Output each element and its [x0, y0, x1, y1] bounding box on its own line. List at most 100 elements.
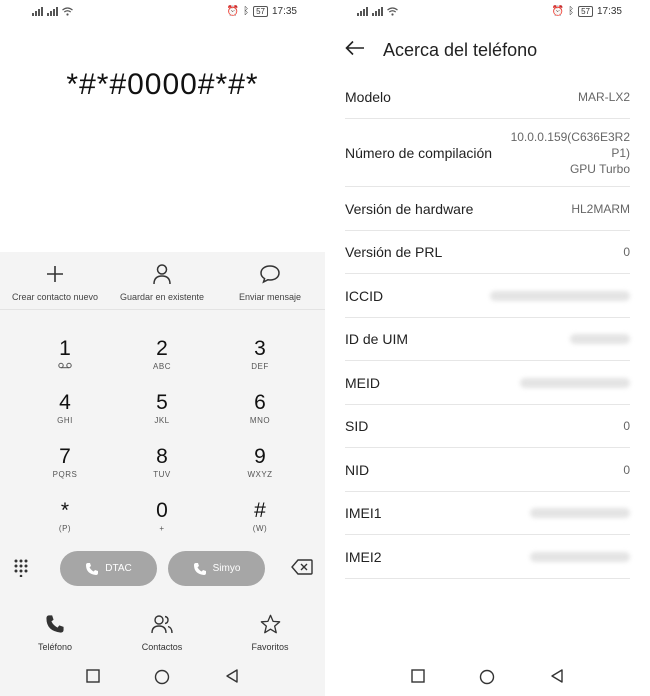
save-existing-label: Guardar en existente	[119, 292, 205, 302]
row-compilacion[interactable]: Número de compilación 10.0.0.159(C636E3R…	[345, 119, 630, 187]
tab-telefono[interactable]: Teléfono	[10, 614, 100, 652]
signal-icon	[47, 6, 58, 16]
key-9[interactable]: 9 WXYZ	[225, 446, 295, 480]
phone-sim1-icon	[86, 562, 99, 575]
about-info-list: Modelo MAR-LX2 Número de compilación 10.…	[345, 75, 630, 579]
back-arrow-icon[interactable]	[345, 40, 365, 61]
key-star[interactable]: * (P)	[30, 499, 100, 534]
key-letters: +	[159, 524, 165, 533]
home-icon[interactable]	[154, 669, 170, 690]
key-digit: 7	[59, 445, 71, 468]
row-value: 0	[623, 245, 630, 259]
tab-favoritos[interactable]: Favoritos	[225, 614, 315, 652]
key-4[interactable]: 4 GHI	[30, 391, 100, 426]
signal-icon	[357, 6, 368, 16]
row-iccid[interactable]: ICCID	[345, 274, 630, 318]
back-nav-icon[interactable]	[550, 669, 564, 688]
row-imei1[interactable]: IMEI1	[345, 492, 630, 535]
alarm-icon: ⏰	[226, 5, 240, 17]
row-prl[interactable]: Versión de PRL 0	[345, 231, 630, 274]
key-digit: #	[254, 499, 266, 522]
key-5[interactable]: 5 JKL	[127, 392, 197, 426]
key-7[interactable]: 7 PQRS	[30, 445, 100, 480]
create-contact-label: Crear contacto nuevo	[11, 292, 99, 302]
call-sim2-button[interactable]: Simyo	[168, 551, 265, 586]
row-hardware[interactable]: Versión de hardware HL2MARM	[345, 187, 630, 231]
call-bar: DTAC Simyo	[0, 549, 325, 589]
row-value: 0	[623, 419, 630, 433]
battery-indicator: 57	[578, 6, 593, 17]
recents-icon[interactable]	[86, 669, 100, 688]
row-sid[interactable]: SID 0	[345, 405, 630, 448]
key-digit: *	[60, 499, 70, 522]
voicemail-icon	[30, 362, 100, 371]
key-letters: DEF	[251, 362, 269, 371]
dialer-screen: ⏰ ᛒ 57 17:35 *#*#0000#*#* Crear contacto…	[0, 0, 325, 696]
key-3[interactable]: 3 DEF	[225, 337, 295, 372]
row-key: ID de UIM	[345, 331, 409, 347]
row-value: 10.0.0.159(C636E3R2 P1) GPU Turbo	[511, 129, 630, 177]
build-line-2: P1)	[611, 145, 630, 160]
redacted-value	[520, 377, 630, 388]
status-time: 17:35	[271, 6, 297, 17]
key-letters: GHI	[57, 416, 73, 425]
recents-icon[interactable]	[411, 669, 425, 688]
key-letters: (W)	[252, 524, 268, 533]
row-key: IMEI1	[345, 505, 382, 521]
tab-telefono-label: Teléfono	[37, 642, 73, 652]
save-existing-button[interactable]: Guardar en existente	[107, 262, 217, 302]
backspace-icon[interactable]	[291, 559, 313, 580]
key-2[interactable]: 2 ABC	[127, 337, 197, 372]
plus-icon	[47, 266, 63, 282]
redacted-value	[530, 508, 630, 518]
key-hash[interactable]: # (W)	[225, 499, 295, 534]
key-digit: 3	[254, 337, 266, 360]
message-icon	[260, 265, 280, 284]
row-nid[interactable]: NID 0	[345, 448, 630, 492]
key-digit: 2	[156, 337, 168, 360]
row-key: NID	[345, 461, 370, 478]
row-value: HL2MARM	[571, 201, 630, 216]
row-imei2[interactable]: IMEI2	[345, 535, 630, 579]
signal-icon	[372, 6, 383, 16]
send-message-button[interactable]: Enviar mensaje	[215, 262, 325, 302]
tab-contactos-label: Contactos	[141, 642, 183, 652]
contacts-icon	[151, 615, 173, 634]
signal-indicators	[32, 6, 73, 16]
status-right: ⏰ ᛒ 57 17:35	[552, 6, 622, 17]
system-nav-bar	[0, 666, 325, 690]
home-icon[interactable]	[479, 669, 495, 690]
tab-contactos[interactable]: Contactos	[117, 614, 207, 652]
row-modelo[interactable]: Modelo MAR-LX2	[345, 75, 630, 119]
key-letters: WXYZ	[247, 470, 273, 479]
call-sim1-button[interactable]: DTAC	[60, 551, 157, 586]
key-letters: TUV	[153, 470, 171, 479]
status-bar: ⏰ ᛒ 57 17:35	[0, 0, 325, 24]
key-8[interactable]: 8 TUV	[127, 445, 197, 480]
phone-sim2-icon	[193, 562, 206, 575]
back-nav-icon[interactable]	[225, 669, 239, 688]
call-sim2-label: Simyo	[212, 563, 241, 574]
keypad-toggle-icon[interactable]	[14, 559, 28, 582]
key-digit: 0	[156, 499, 168, 522]
key-letters: PQRS	[52, 470, 78, 479]
wifi-icon	[387, 7, 398, 16]
create-contact-button[interactable]: Crear contacto nuevo	[0, 262, 110, 302]
redacted-value	[570, 334, 630, 344]
row-key: SID	[345, 418, 369, 434]
key-6[interactable]: 6 MNO	[225, 391, 295, 426]
tab-favoritos-label: Favoritos	[251, 642, 289, 652]
key-digit: 6	[254, 391, 266, 414]
key-digit: 8	[156, 445, 168, 468]
status-time: 17:35	[596, 6, 622, 17]
key-digit: 4	[59, 391, 71, 414]
row-meid[interactable]: MEID	[345, 361, 630, 405]
row-uim[interactable]: ID de UIM	[345, 318, 630, 361]
key-letters: ABC	[153, 362, 171, 371]
key-1[interactable]: 1	[30, 338, 100, 371]
key-0[interactable]: 0 +	[127, 499, 197, 534]
row-value: MAR-LX2	[577, 89, 630, 104]
row-key: MEID	[345, 374, 380, 391]
redacted-value	[490, 290, 630, 301]
build-line-1: 10.0.0.159(C636E3R2	[510, 129, 630, 144]
